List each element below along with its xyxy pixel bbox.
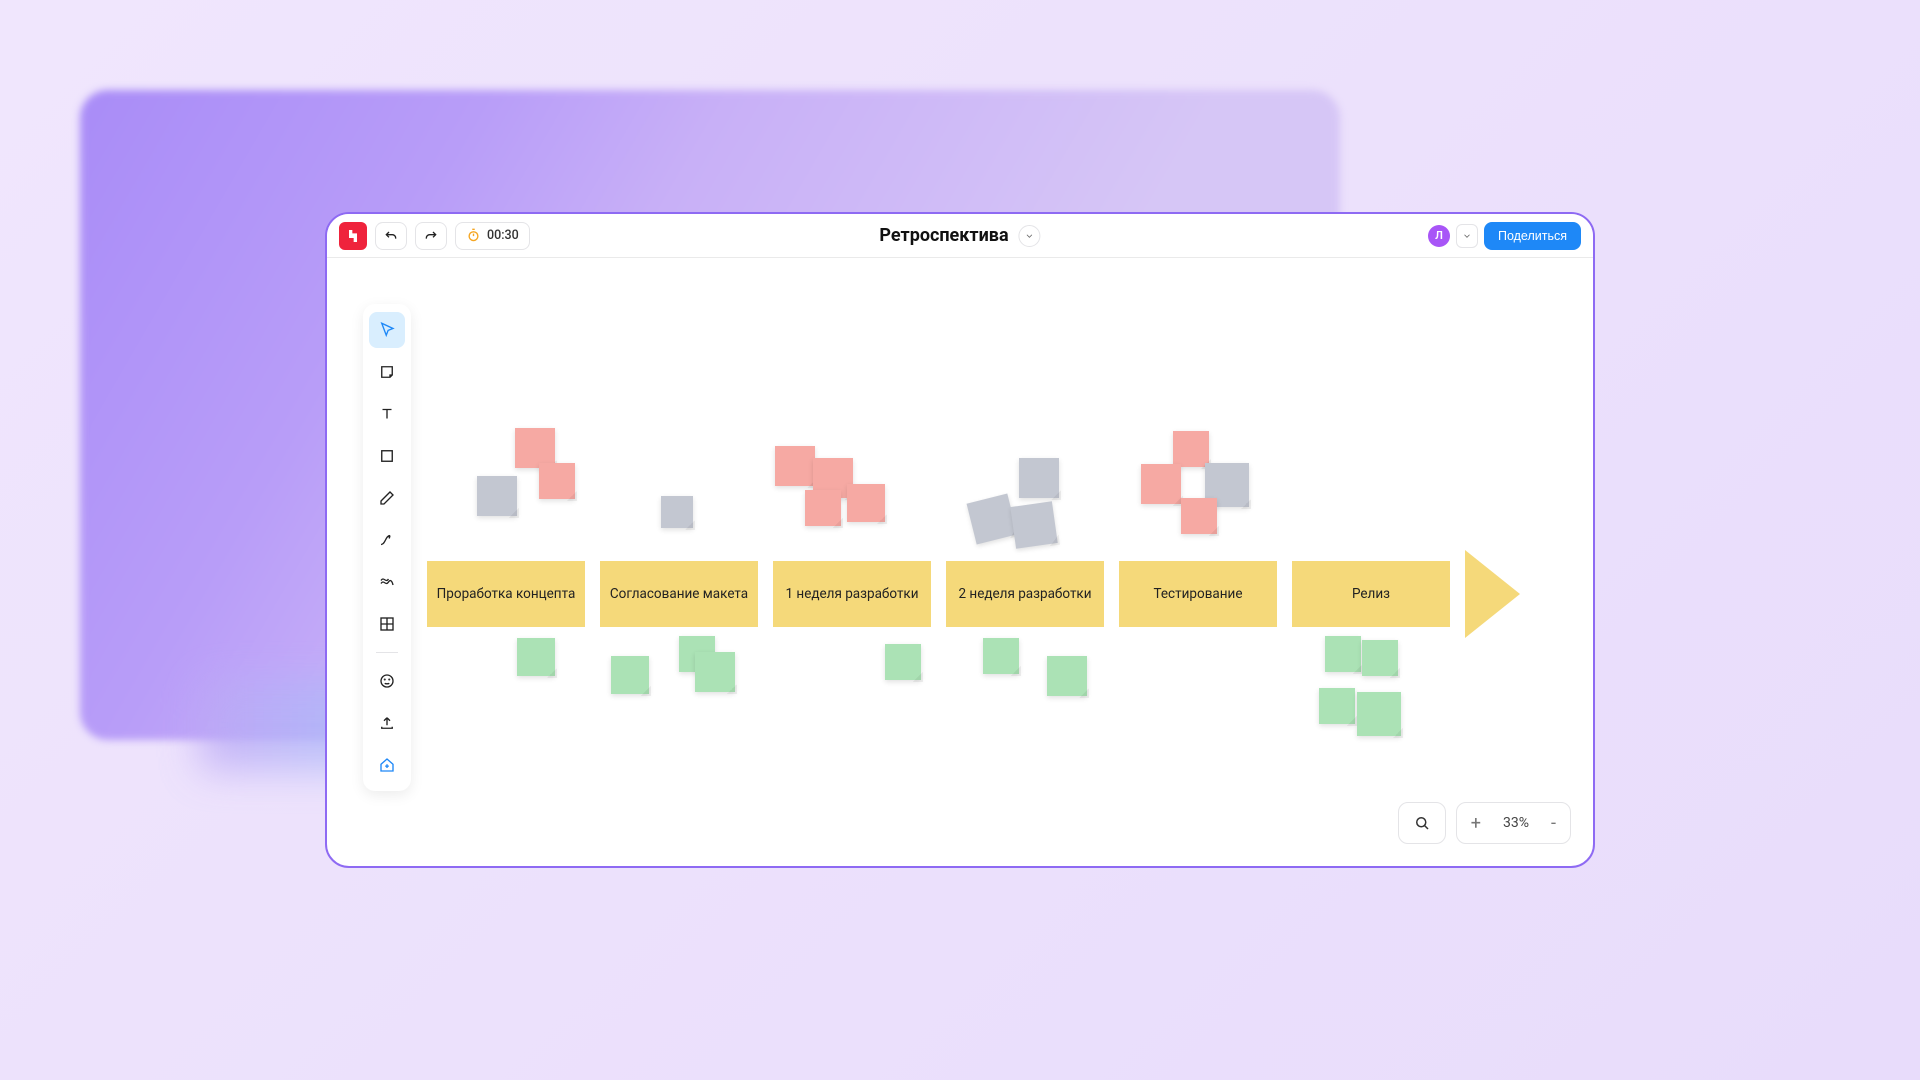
sticky-note[interactable] [661, 496, 693, 528]
sticky-note[interactable] [805, 490, 841, 526]
zoom-out-button[interactable]: - [1551, 813, 1556, 834]
home-tool[interactable] [369, 747, 405, 783]
sticky-note[interactable] [695, 652, 735, 692]
search-icon [1413, 814, 1431, 832]
sticky-note[interactable] [1047, 656, 1087, 696]
board-title-dropdown[interactable] [1019, 225, 1041, 247]
sticky-note[interactable] [539, 463, 575, 499]
stage-box[interactable]: Релиз [1292, 561, 1450, 627]
sticky-note[interactable] [1141, 464, 1181, 504]
chevron-down-icon [1462, 231, 1472, 241]
zoom-level: 33% [1503, 815, 1529, 831]
sticky-note-icon [378, 363, 396, 381]
sticky-note[interactable] [611, 656, 649, 694]
text-tool[interactable] [369, 396, 405, 432]
sticky-note[interactable] [775, 446, 815, 486]
topbar: 00:30 Ретроспектива Л Поделиться [327, 214, 1593, 258]
square-icon [378, 447, 396, 465]
stage-box[interactable]: Проработка концепта [427, 561, 585, 627]
chevron-down-icon [1025, 231, 1035, 241]
upload-icon [378, 714, 396, 732]
share-button[interactable]: Поделиться [1484, 222, 1581, 250]
app-logo-button[interactable] [339, 222, 367, 250]
sticky-note[interactable] [1010, 501, 1057, 548]
pen-tool[interactable] [369, 480, 405, 516]
timeline-row: Проработка концепта Согласование макета … [427, 550, 1520, 638]
pen-icon [378, 489, 396, 507]
user-menu-dropdown[interactable] [1456, 224, 1478, 248]
board-title: Ретроспектива [879, 225, 1008, 246]
app-window: 00:30 Ретроспектива Л Поделиться [325, 212, 1595, 868]
redo-button[interactable] [415, 222, 447, 250]
sticky-note[interactable] [847, 484, 885, 522]
canvas[interactable]: Проработка концепта Согласование макета … [327, 258, 1593, 866]
timer-value: 00:30 [487, 228, 519, 243]
sticky-note[interactable] [517, 638, 555, 676]
frame-tool[interactable] [369, 606, 405, 642]
sticky-note[interactable] [1173, 431, 1209, 467]
stage-box[interactable]: Тестирование [1119, 561, 1277, 627]
emoji-tool[interactable] [369, 663, 405, 699]
zoom-control: + 33% - [1456, 802, 1571, 844]
sticky-note[interactable] [1181, 498, 1217, 534]
stage-box[interactable]: 1 неделя разработки [773, 561, 931, 627]
sticky-note[interactable] [1357, 692, 1401, 736]
avatar[interactable]: Л [1428, 225, 1450, 247]
stage-box[interactable]: Согласование макета [600, 561, 758, 627]
connector-icon [378, 531, 396, 549]
sticky-note-tool[interactable] [369, 354, 405, 390]
zoom-bar: + 33% - [1398, 802, 1571, 844]
shape-tool[interactable] [369, 438, 405, 474]
search-button[interactable] [1398, 802, 1446, 844]
stage-label: Согласование макета [610, 586, 748, 602]
stage-label: 1 неделя разработки [785, 586, 918, 602]
sticky-note[interactable] [983, 638, 1019, 674]
connector-tool[interactable] [369, 522, 405, 558]
sticky-note[interactable] [1019, 458, 1059, 498]
stage-label: Релиз [1352, 586, 1390, 602]
timeline-arrow-icon [1465, 550, 1520, 638]
zoom-in-button[interactable]: + [1471, 813, 1481, 834]
grid-icon [378, 615, 396, 633]
stage-label: 2 неделя разработки [958, 586, 1091, 602]
home-plus-icon [378, 756, 396, 774]
sticky-note[interactable] [1325, 636, 1361, 672]
sticky-note[interactable] [1319, 688, 1355, 724]
upload-tool[interactable] [369, 705, 405, 741]
stage-label: Проработка концепта [437, 586, 576, 602]
sticky-note[interactable] [885, 644, 921, 680]
sticky-note[interactable] [1362, 640, 1398, 676]
timer[interactable]: 00:30 [455, 222, 530, 250]
scribble-icon [378, 573, 396, 591]
text-icon [378, 405, 396, 423]
emoji-icon [378, 672, 396, 690]
cursor-tool[interactable] [369, 312, 405, 348]
stage-box[interactable]: 2 неделя разработки [946, 561, 1104, 627]
stopwatch-icon [466, 228, 481, 243]
avatar-initial: Л [1435, 229, 1443, 242]
sticky-note[interactable] [967, 494, 1018, 545]
undo-button[interactable] [375, 222, 407, 250]
left-toolbar [363, 304, 411, 791]
stage-label: Тестирование [1154, 586, 1243, 602]
sticky-note[interactable] [477, 476, 517, 516]
cursor-icon [378, 321, 396, 339]
sticky-note[interactable] [515, 428, 555, 468]
scribble-tool[interactable] [369, 564, 405, 600]
